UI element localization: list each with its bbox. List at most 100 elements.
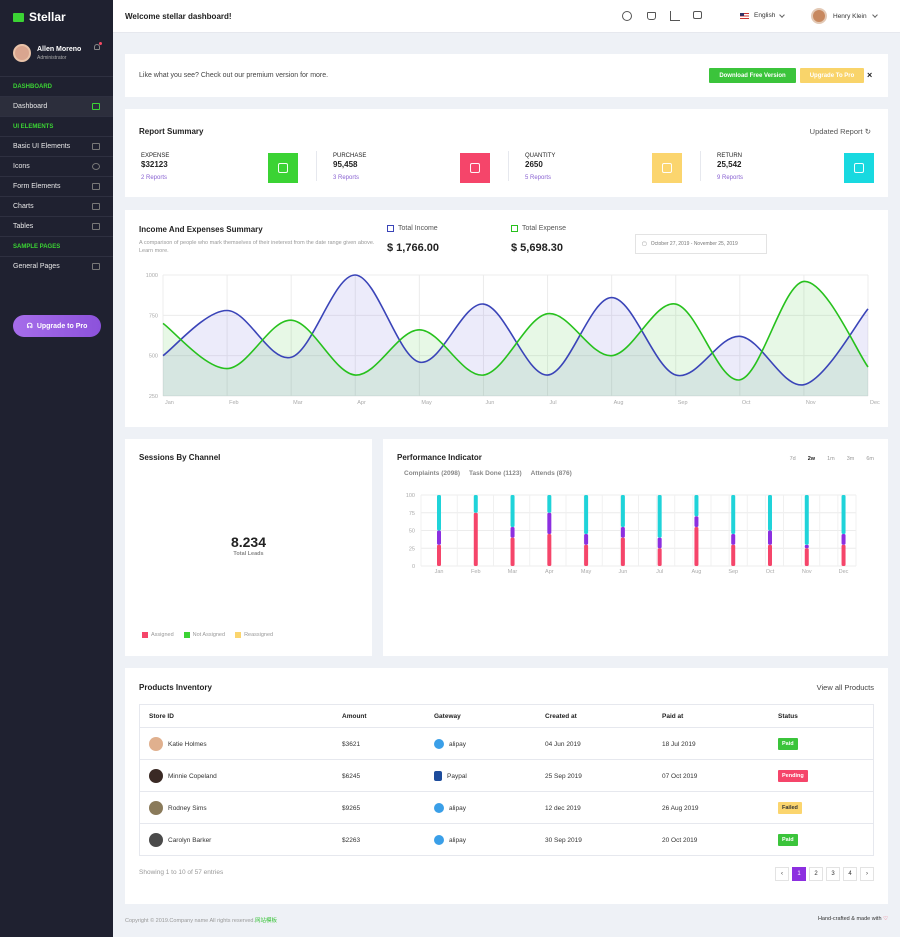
upgrade-to-pro-button[interactable]: ☊ Upgrade to Pro [13,315,101,337]
table-row[interactable]: Minnie Copeland $6245 Paypal 25 Sep 2019… [140,759,873,791]
sidebar-item-icons[interactable]: Icons [0,156,113,176]
divider [508,151,509,181]
bar-jun-1 [620,526,625,538]
bar-feb-0 [473,512,478,566]
legend-swatch [235,632,242,638]
brand-logo[interactable]: Stellar [0,0,113,34]
legend-label: Reassigned [244,632,274,638]
col-paid-at: Paid at [662,712,684,720]
amount-cell: $9265 [342,804,361,812]
search-icon[interactable] [622,11,632,21]
x-tick-label: Sep [728,569,738,575]
language-selector[interactable]: English [740,11,786,19]
bar-may-2 [584,495,589,535]
report-summary-card: Report Summary Updated Report ↻ EXPENSE … [125,109,888,197]
globe-icon [92,163,100,170]
sessions-legend: Assigned Not Assigned Reassigned [142,632,273,638]
avatar [149,801,163,815]
chart-icon[interactable] [670,11,680,21]
stat-expense: EXPENSE $32123 2 Reports [141,153,301,189]
x-tick-label: Oct [742,400,751,406]
table-row[interactable]: Carolyn Barker $2263 alipay 30 Sep 2019 … [140,823,873,855]
page-1-button[interactable]: 1 [792,867,806,881]
user-name: Henry Klein [833,12,867,20]
topbar: Welcome stellar dashboard! English Henry… [113,0,900,33]
stat-purchase: PURCHASE 95,458 3 Reports [333,153,493,189]
x-tick-label: Jul [550,400,557,406]
upgrade-pro-button[interactable]: Upgrade To Pro [800,68,864,83]
legend-swatch [183,632,190,638]
avatar [149,737,163,751]
refresh-icon: ↻ [864,127,871,136]
x-tick-label: May [421,400,432,406]
table-row[interactable]: Katie Holmes $3621 alipay 04 Jun 2019 18… [140,727,873,759]
x-tick-label: Mar [293,400,303,406]
sidebar-item-dashboard[interactable]: Dashboard [0,96,113,116]
sidebar-item-tables[interactable]: Tables [0,216,113,236]
legend-not-assigned: Not Assigned [183,632,225,638]
bar-apr-0 [547,534,552,566]
products-inventory-card: Products Inventory View all Products Sto… [125,668,888,904]
x-tick-label: May [581,569,592,575]
download-free-button[interactable]: Download Free Version [709,68,796,83]
report-title: Report Summary [139,127,204,136]
bar-aug-0 [694,526,699,566]
x-tick-label: Feb [471,569,480,575]
rocket-icon [268,153,298,183]
status-badge: Paid [778,834,798,846]
sidebar-item-label: Dashboard [13,103,48,110]
page-3-button[interactable]: 3 [826,867,840,881]
created-cell: 04 Jun 2019 [545,740,581,748]
sidebar-item-charts[interactable]: Charts [0,196,113,216]
x-tick-label: Jan [435,569,444,575]
sessions-value: 8.234 [230,534,267,550]
sidebar-profile[interactable]: Allen Moreno Administrator [0,34,113,72]
x-tick-label: Jan [165,400,174,406]
col-status: Status [778,712,798,720]
view-all-products-link[interactable]: View all Products [817,683,874,692]
updated-report-label: Updated Report [809,127,863,136]
bar-apr-2 [547,495,552,513]
y-tick-label: 50 [409,529,415,535]
gateway-name: alipay [449,740,466,748]
sidebar-item-general-pages[interactable]: General Pages [0,256,113,276]
bar-dec-0 [841,544,846,566]
bar-mar-1 [510,526,515,538]
page-2-button[interactable]: 2 [809,867,823,881]
avatar [13,44,31,62]
close-icon[interactable]: × [867,70,872,80]
sidebar-item-basic-ui[interactable]: Basic UI Elements [0,136,113,156]
message-icon[interactable] [693,11,702,19]
prev-page-button[interactable]: ‹ [775,867,789,881]
next-page-button[interactable]: › [860,867,874,881]
bar-aug-1 [694,516,699,527]
promo-text: Like what you see? Check out our premium… [139,72,329,79]
headphones-icon: ☊ [26,323,33,330]
store-name: Rodney Sims [168,804,207,812]
notification-bell-icon[interactable] [94,42,102,50]
sidebar-item-form-elements[interactable]: Form Elements [0,176,113,196]
paid-cell: 26 Aug 2019 [662,804,699,812]
legend-label: Assigned [151,632,174,638]
footer-link[interactable]: 网站模板 [255,918,277,924]
col-amount: Amount [342,712,367,720]
inventory-title: Products Inventory [139,683,212,692]
sidebar-item-label: Form Elements [13,183,61,190]
y-tick-label: 25 [409,546,415,552]
monitor-icon [92,103,100,110]
income-expense-chart: 1000 750 500 250 Jan Feb Mar Apr May Jun Jul Aug Sep… [146,273,880,406]
legend-swatch [142,632,148,638]
stat-quantity: QUANTITY 2650 5 Reports [525,153,685,189]
x-tick-label: Dec [839,569,849,575]
store-cell: Minnie Copeland [149,760,217,792]
store-cell: Rodney Sims [149,792,207,824]
table-row[interactable]: Rodney Sims $9265 alipay 12 dec 2019 26 … [140,791,873,823]
x-tick-label: Nov [802,569,812,575]
page-4-button[interactable]: 4 [843,867,857,881]
bar-jul-1 [657,537,662,549]
bar-nov-0 [804,548,809,566]
cart-icon[interactable] [647,12,656,20]
file-icon [92,263,100,270]
updated-report-link[interactable]: Updated Report ↻ [810,127,871,136]
user-menu[interactable]: Henry Klein [811,8,878,24]
